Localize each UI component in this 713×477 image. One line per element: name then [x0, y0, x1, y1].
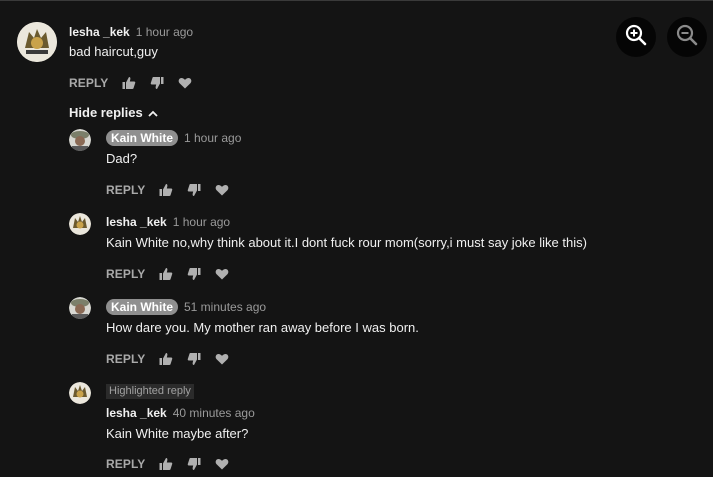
heart-icon[interactable]	[215, 183, 229, 197]
comment-author[interactable]: lesha _kek	[106, 406, 167, 420]
avatar[interactable]	[17, 22, 57, 62]
reply-button[interactable]: REPLY	[106, 183, 145, 197]
chevron-up-icon	[148, 105, 158, 120]
thumbs-down-icon[interactable]	[187, 457, 201, 471]
reply-button[interactable]: REPLY	[106, 352, 145, 366]
comment-time[interactable]: 1 hour ago	[184, 131, 241, 145]
thumbs-up-icon[interactable]	[159, 183, 173, 197]
comment-actions: REPLY	[106, 267, 243, 281]
comment-time[interactable]: 40 minutes ago	[173, 406, 255, 420]
comment-author[interactable]: Kain White	[106, 299, 178, 315]
comment-text: Kain White maybe after?	[106, 426, 249, 441]
thumbs-down-icon[interactable]	[187, 183, 201, 197]
comment-actions: REPLY	[106, 457, 243, 471]
comment-actions: REPLY	[69, 76, 206, 90]
comment-time[interactable]: 1 hour ago	[136, 25, 193, 39]
thumbs-up-icon[interactable]	[122, 76, 136, 90]
comment-author[interactable]: Kain White	[106, 130, 178, 146]
thumbs-up-icon[interactable]	[159, 267, 173, 281]
thumbs-down-icon[interactable]	[187, 352, 201, 366]
avatar[interactable]	[69, 382, 91, 404]
heart-icon[interactable]	[215, 352, 229, 366]
reply-button[interactable]: REPLY	[106, 457, 145, 471]
zoom-out-icon	[675, 23, 699, 52]
thumbs-down-icon[interactable]	[187, 267, 201, 281]
zoom-out-button[interactable]	[667, 17, 707, 57]
comment-text: bad haircut,guy	[69, 44, 158, 59]
comment-actions: REPLY	[106, 183, 243, 197]
thumbs-up-icon[interactable]	[159, 352, 173, 366]
comment-time[interactable]: 1 hour ago	[173, 215, 230, 229]
heart-icon[interactable]	[215, 457, 229, 471]
comment-time[interactable]: 51 minutes ago	[184, 300, 266, 314]
hide-replies-label: Hide replies	[69, 105, 143, 120]
avatar[interactable]	[69, 297, 91, 319]
comment-text: How dare you. My mother ran away before …	[106, 320, 419, 335]
hide-replies-button[interactable]: Hide replies	[69, 105, 158, 120]
heart-icon[interactable]	[215, 267, 229, 281]
thumbs-down-icon[interactable]	[150, 76, 164, 90]
comment-text: Kain White no,why think about it.I dont …	[106, 235, 587, 250]
reply-button[interactable]: REPLY	[69, 76, 108, 90]
heart-icon[interactable]	[178, 76, 192, 90]
zoom-in-button[interactable]	[616, 17, 656, 57]
comment-text: Dad?	[106, 151, 138, 166]
zoom-in-icon	[624, 23, 648, 52]
thumbs-up-icon[interactable]	[159, 457, 173, 471]
comment-author[interactable]: lesha _kek	[69, 25, 130, 39]
comment-actions: REPLY	[106, 352, 243, 366]
reply-button[interactable]: REPLY	[106, 267, 145, 281]
avatar[interactable]	[69, 129, 91, 151]
highlighted-reply-tag: Highlighted reply	[106, 384, 194, 399]
comment-author[interactable]: lesha _kek	[106, 215, 167, 229]
avatar[interactable]	[69, 213, 91, 235]
top-divider	[0, 0, 713, 1]
